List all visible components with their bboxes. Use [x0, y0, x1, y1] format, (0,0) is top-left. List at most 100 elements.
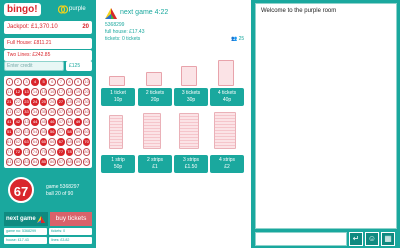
- jackpot-label: Jackpot: £1,370.10: [7, 24, 58, 30]
- number-ball: 42: [14, 118, 22, 126]
- strip-stack-2[interactable]: [143, 113, 161, 149]
- ticket-stack-2[interactable]: [146, 72, 162, 86]
- strip-option-price: £1.50: [184, 164, 198, 170]
- number-ball: 60: [82, 128, 91, 136]
- number-ball: 71: [5, 148, 14, 156]
- mini-game-no: game no: 5368299: [4, 228, 47, 235]
- number-ball: 15: [39, 88, 48, 96]
- number-ball: 75: [39, 148, 48, 156]
- strip-stack-3[interactable]: [179, 113, 199, 149]
- number-ball: 88: [65, 158, 74, 166]
- buy-1-strip-button[interactable]: 1 strip 50p: [101, 155, 135, 173]
- emoticons-button[interactable]: ☺: [365, 232, 379, 246]
- buy-4-tickets-button[interactable]: 4 tickets 40p: [210, 88, 244, 106]
- ticket-option-label: 1 ticket: [110, 90, 126, 96]
- buy-2-strips-button[interactable]: 2 strips £1: [138, 155, 172, 173]
- two-lines-label: Two Lines: £242.85: [7, 52, 51, 58]
- mini-lines: lines: £3.82: [49, 237, 92, 244]
- number-ball: 54: [31, 128, 39, 136]
- strip-stack-1[interactable]: [109, 115, 123, 149]
- balance-value: £125: [69, 63, 81, 69]
- mini-house: house: £17.43: [4, 237, 47, 244]
- ticket-option-price: 30p: [186, 97, 196, 103]
- number-ball: 72: [14, 148, 22, 156]
- current-ball: 67: [8, 177, 34, 203]
- number-ball: 52: [14, 128, 22, 136]
- number-ball: 16: [48, 88, 57, 96]
- number-ball: 81: [5, 158, 14, 166]
- number-ball: 25: [39, 98, 48, 106]
- buy-3-strips-button[interactable]: 3 strips £1.50: [174, 155, 208, 173]
- number-ball: 76: [48, 148, 57, 156]
- number-ball: 66: [48, 138, 57, 146]
- number-ball: 24: [31, 98, 39, 106]
- tab-next-game[interactable]: next game: [4, 212, 48, 226]
- number-ball: 44: [31, 118, 39, 126]
- buy-3-tickets-button[interactable]: 3 tickets 30p: [174, 88, 208, 106]
- game-panel: bingo! purple Jackpot: £1,370.10 20 Full…: [0, 0, 96, 248]
- number-ball: 50: [82, 118, 91, 126]
- number-ball: 47: [57, 118, 65, 126]
- number-ball: 82: [14, 158, 22, 166]
- call-info: game 5368297 ball 20 of 90: [46, 184, 79, 198]
- players-count: 👥 25: [231, 36, 244, 42]
- current-call: 67 game 5368297 ball 20 of 90: [4, 175, 92, 205]
- chat-menu-button[interactable]: ▦: [381, 232, 395, 246]
- tab-buy-tickets[interactable]: buy tickets: [50, 212, 92, 226]
- buy-4-strips-button[interactable]: 4 strips £2: [210, 155, 244, 173]
- number-ball: 84: [31, 158, 39, 166]
- next-game-tickets: tickets: 0 tickets: [105, 36, 141, 42]
- number-ball: 28: [65, 98, 74, 106]
- chat-panel: Welcome to the purple room ↵ ☺ ▦: [251, 0, 400, 248]
- number-ball: 31: [5, 108, 14, 116]
- buy-1-ticket-button[interactable]: 1 ticket 10p: [101, 88, 135, 106]
- number-ball: 49: [74, 118, 82, 126]
- credit-input[interactable]: Enter credit: [4, 61, 64, 71]
- next-game-house: full house: £17.43: [105, 29, 145, 35]
- chat-log[interactable]: Welcome to the purple room: [255, 3, 397, 229]
- number-ball: 67: [57, 138, 65, 146]
- number-ball: 56: [48, 128, 57, 136]
- number-ball: 37: [57, 108, 65, 116]
- number-ball: 33: [22, 108, 31, 116]
- full-house-box: Full House: £811.21: [4, 38, 92, 49]
- jackpot-count: 20: [82, 24, 89, 30]
- ticket-shop-panel: next game 4:22 5368299 full house: £17.4…: [97, 0, 249, 248]
- number-ball: 59: [74, 128, 82, 136]
- strip-stack-4[interactable]: [214, 112, 236, 149]
- call-game: game 5368297: [46, 184, 80, 190]
- full-house-label: Full House: £811.21: [7, 40, 52, 46]
- number-ball: 19: [74, 88, 82, 96]
- number-ball: 86: [48, 158, 57, 166]
- enter-icon: ↵: [352, 234, 360, 243]
- number-ball: 27: [57, 98, 65, 106]
- jackpot-box: Jackpot: £1,370.10 20: [4, 21, 92, 34]
- buy-2-tickets-button[interactable]: 2 tickets 20p: [138, 88, 172, 106]
- ticket-option-price: 10p: [113, 97, 123, 103]
- tab-buy-tickets-label: buy tickets: [55, 215, 87, 222]
- number-ball: 69: [74, 138, 82, 146]
- call-ball: ball 20 of 90: [46, 191, 74, 197]
- number-ball: 7: [57, 78, 65, 86]
- tab-next-game-label: next game: [6, 216, 36, 222]
- number-ball: 58: [65, 128, 74, 136]
- number-ball: 32: [14, 108, 22, 116]
- bottom-tabs: next game buy tickets: [4, 212, 92, 226]
- chat-input[interactable]: [255, 232, 347, 246]
- number-ball: 51: [5, 128, 14, 136]
- send-button[interactable]: ↵: [349, 232, 363, 246]
- number-ball: 63: [22, 138, 31, 146]
- number-ball: 62: [14, 138, 22, 146]
- ticket-stack-1[interactable]: [109, 76, 125, 86]
- room-name: purple: [69, 6, 86, 12]
- number-ball: 2: [14, 78, 22, 86]
- ticket-stack-3[interactable]: [181, 66, 197, 86]
- number-ball: 74: [31, 148, 39, 156]
- number-ball: 18: [65, 88, 74, 96]
- ticket-stack-4[interactable]: [218, 60, 234, 86]
- strip-option-price: £2: [224, 164, 230, 170]
- number-ball: 79: [74, 148, 82, 156]
- number-ball: 64: [31, 138, 39, 146]
- number-ball: 57: [57, 128, 65, 136]
- number-ball: 70: [82, 138, 91, 146]
